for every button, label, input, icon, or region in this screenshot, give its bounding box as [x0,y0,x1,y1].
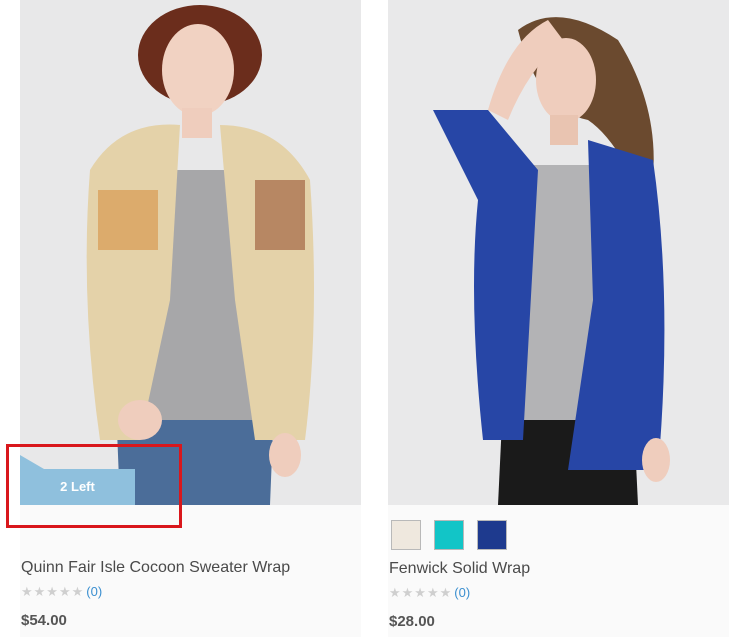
product-card[interactable]: 2 Left Quinn Fair Isle Cocoon Sweater Wr… [20,0,361,637]
review-count-link[interactable]: (0) [86,584,102,599]
color-swatch-teal[interactable] [434,520,464,550]
product-image[interactable] [20,0,361,505]
rating-stars: ★★★★★ (0) [389,585,470,601]
rating-stars: ★★★★★ (0) [21,584,102,600]
star-icons: ★★★★★ [389,585,453,600]
product-price: $28.00 [389,613,435,630]
highlight-box [6,444,182,528]
product-title[interactable]: Fenwick Solid Wrap [389,560,530,578]
star-icons: ★★★★★ [21,584,85,599]
color-swatch-cream[interactable] [391,520,421,550]
product-title[interactable]: Quinn Fair Isle Cocoon Sweater Wrap [21,559,290,577]
product-card[interactable]: Fenwick Solid Wrap ★★★★★ (0) $28.00 [388,0,729,637]
review-count-link[interactable]: (0) [454,585,470,600]
product-image[interactable] [388,0,729,505]
cardigan-model-illustration [20,0,361,505]
cardigan-model-illustration [388,0,729,505]
color-swatch-navy[interactable] [477,520,507,550]
product-price: $54.00 [21,612,67,629]
